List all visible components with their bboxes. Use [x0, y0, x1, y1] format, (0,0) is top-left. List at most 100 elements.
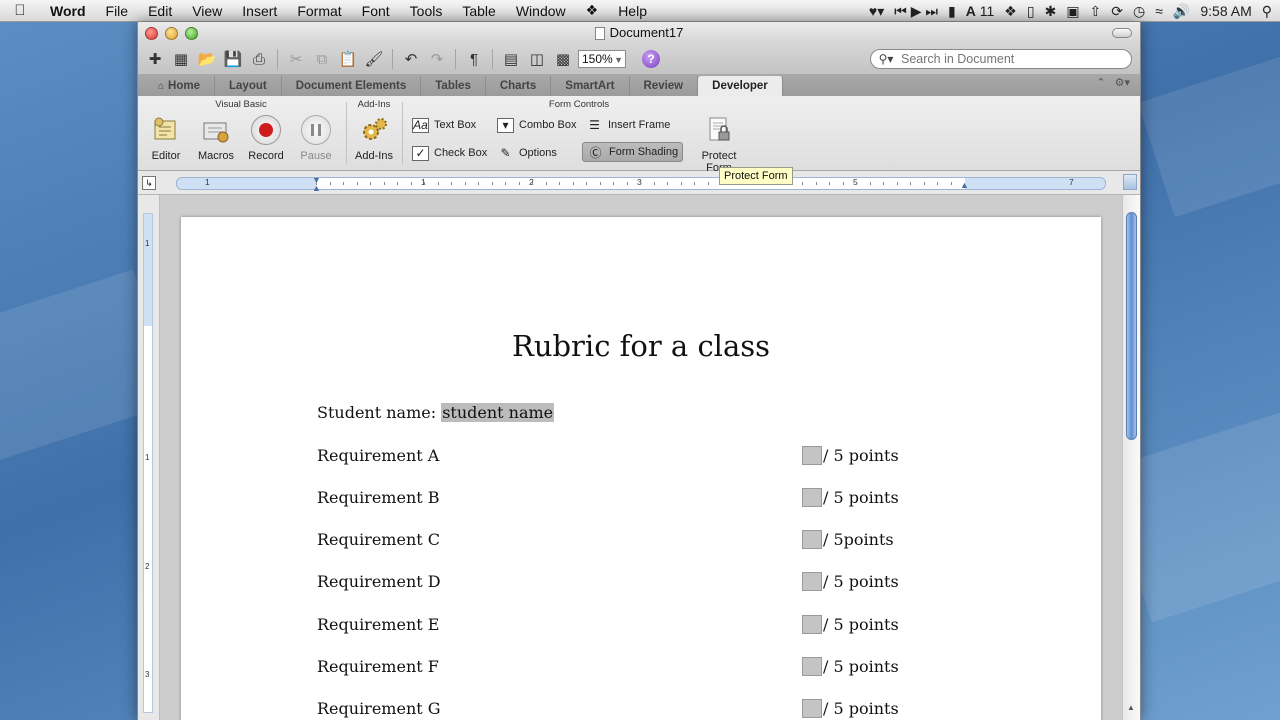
ruler-tick: [464, 182, 466, 185]
add-ins-button[interactable]: Add-Ins: [350, 114, 398, 166]
media-browser-icon[interactable]: ▩: [552, 48, 574, 70]
insert-frame-button[interactable]: ☰ Insert Frame: [582, 115, 674, 135]
menu-tools[interactable]: Tools: [400, 3, 453, 19]
save-icon[interactable]: 💾: [222, 48, 244, 70]
format-painter-icon[interactable]: 🖌: [363, 48, 385, 70]
points-text: / 5 points: [823, 446, 899, 465]
font-size-indicator[interactable]: A 11: [966, 3, 995, 19]
menu-word[interactable]: Word: [40, 3, 96, 19]
menu-file[interactable]: File: [96, 3, 139, 19]
minimize-window-button[interactable]: [165, 27, 178, 40]
document-icon: [594, 26, 605, 40]
toolbar-toggle-button[interactable]: [1112, 28, 1132, 38]
wifi-icon[interactable]: ≈: [1155, 3, 1163, 19]
clipboard-icon[interactable]: ▮: [948, 3, 956, 20]
show-formatting-icon[interactable]: ¶: [463, 48, 485, 70]
upload-icon[interactable]: ⇧: [1090, 3, 1102, 20]
ruler-toggle-button[interactable]: [1123, 174, 1137, 190]
points-form-field[interactable]: [802, 657, 822, 676]
requirement-row: Requirement B / 5 points: [317, 488, 917, 510]
clock[interactable]: 9:58 AM: [1200, 3, 1251, 19]
view-layout-icon[interactable]: ▤: [500, 48, 522, 70]
close-window-button[interactable]: [145, 27, 158, 40]
display-icon[interactable]: ▣: [1066, 3, 1079, 20]
tab-developer[interactable]: Developer: [698, 76, 783, 96]
points-form-field[interactable]: [802, 488, 822, 507]
menu-font[interactable]: Font: [352, 3, 400, 19]
open-icon[interactable]: 📂: [196, 48, 218, 70]
word-window: Document17 ✚ ▦ 📂 💾 ⎙ ✂ ⧉ 📋 🖌 ↶ ↷ ¶ ▤ ◫ ▩…: [137, 22, 1141, 720]
menu-table[interactable]: Table: [452, 3, 505, 19]
scrollbar-thumb[interactable]: [1126, 212, 1137, 440]
search-box[interactable]: ⚲▾: [870, 49, 1132, 69]
cut-icon[interactable]: ✂: [285, 48, 307, 70]
editor-button[interactable]: Editor: [142, 114, 190, 166]
menu-help[interactable]: Help: [608, 3, 657, 19]
combo-box-button[interactable]: ▾ Combo Box: [493, 115, 580, 135]
tab-tables[interactable]: Tables: [421, 76, 486, 96]
new-document-icon[interactable]: ✚: [144, 48, 166, 70]
search-input[interactable]: [901, 52, 1121, 66]
battery-icon[interactable]: ▯: [1027, 3, 1035, 20]
macros-button[interactable]: Macros: [192, 114, 240, 166]
collapse-ribbon-icon[interactable]: ⌃: [1096, 77, 1105, 89]
sync-icon[interactable]: ⟳: [1111, 3, 1123, 20]
ruler-tick: [842, 182, 844, 185]
time-machine-icon[interactable]: ◷: [1133, 3, 1145, 20]
print-icon[interactable]: ⎙: [248, 48, 270, 70]
spotlight-search-icon[interactable]: ⚲: [1262, 3, 1272, 20]
apple-menu-icon[interactable]: : [0, 2, 40, 19]
scroll-up-icon[interactable]: ▲: [1127, 703, 1135, 712]
help-icon[interactable]: ?: [642, 50, 660, 68]
gear-icon[interactable]: ⚙▾: [1115, 77, 1130, 89]
form-shading-button[interactable]: Ⓒ Form Shading: [582, 142, 684, 162]
zoom-select[interactable]: 150% ▼: [578, 50, 626, 68]
document-page[interactable]: Rubric for a class Student name: student…: [181, 217, 1101, 720]
ribbon-options[interactable]: ⌃ ⚙▾: [1096, 76, 1130, 89]
points-form-field[interactable]: [802, 615, 822, 634]
points-form-field[interactable]: [802, 572, 822, 591]
menu-insert[interactable]: Insert: [232, 3, 287, 19]
tab-selector-icon[interactable]: ↳: [142, 176, 156, 190]
check-box-button[interactable]: ✓ Check Box: [408, 143, 491, 163]
zoom-window-button[interactable]: [185, 27, 198, 40]
requirement-label: Requirement G: [317, 699, 441, 718]
tab-layout[interactable]: Layout: [215, 76, 282, 96]
undo-icon[interactable]: ↶: [400, 48, 422, 70]
ruler-tick: [437, 182, 439, 185]
text-box-button[interactable]: Aa Text Box: [408, 115, 480, 135]
menu-edit[interactable]: Edit: [138, 3, 182, 19]
redo-icon[interactable]: ↷: [426, 48, 448, 70]
menu-format[interactable]: Format: [287, 3, 351, 19]
sidebar-icon[interactable]: ◫: [526, 48, 548, 70]
ruler-tick: [586, 182, 587, 185]
record-button[interactable]: Record: [242, 114, 290, 166]
tab-home[interactable]: ⌂ Home: [144, 76, 215, 96]
student-name-field[interactable]: student name: [441, 403, 555, 422]
dropbox-icon[interactable]: ❖: [1004, 3, 1017, 20]
copy-icon[interactable]: ⧉: [311, 48, 333, 70]
right-indent-marker[interactable]: ▲: [960, 180, 969, 190]
points-form-field[interactable]: [802, 530, 822, 549]
status-icon[interactable]: ♥▾: [869, 3, 884, 20]
vertical-scrollbar[interactable]: ▲: [1122, 195, 1140, 720]
ruler-tick: [667, 182, 668, 185]
volume-icon[interactable]: 🔊: [1173, 3, 1190, 20]
menu-view[interactable]: View: [182, 3, 232, 19]
menu-window[interactable]: Window: [506, 3, 576, 19]
pause-button[interactable]: Pause: [292, 114, 340, 166]
media-controls-icon[interactable]: ⏮ ▶ ⏭: [894, 3, 938, 20]
points-form-field[interactable]: [802, 699, 822, 718]
bluetooth-icon[interactable]: ✱: [1045, 3, 1057, 20]
script-menu-icon[interactable]: ❖: [576, 2, 609, 19]
tab-document-elements[interactable]: Document Elements: [282, 76, 422, 96]
protect-form-button[interactable]: Protect Form: [688, 114, 750, 174]
tab-charts[interactable]: Charts: [486, 76, 552, 96]
options-button[interactable]: ✎ Options: [493, 143, 561, 163]
points-form-field[interactable]: [802, 446, 822, 465]
paste-icon[interactable]: 📋: [337, 48, 359, 70]
tab-review[interactable]: Review: [630, 76, 699, 96]
tab-smartart[interactable]: SmartArt: [551, 76, 630, 96]
group-visual-basic: Visual Basic Editor Macros Record Pause: [138, 96, 344, 171]
gallery-icon[interactable]: ▦: [170, 48, 192, 70]
